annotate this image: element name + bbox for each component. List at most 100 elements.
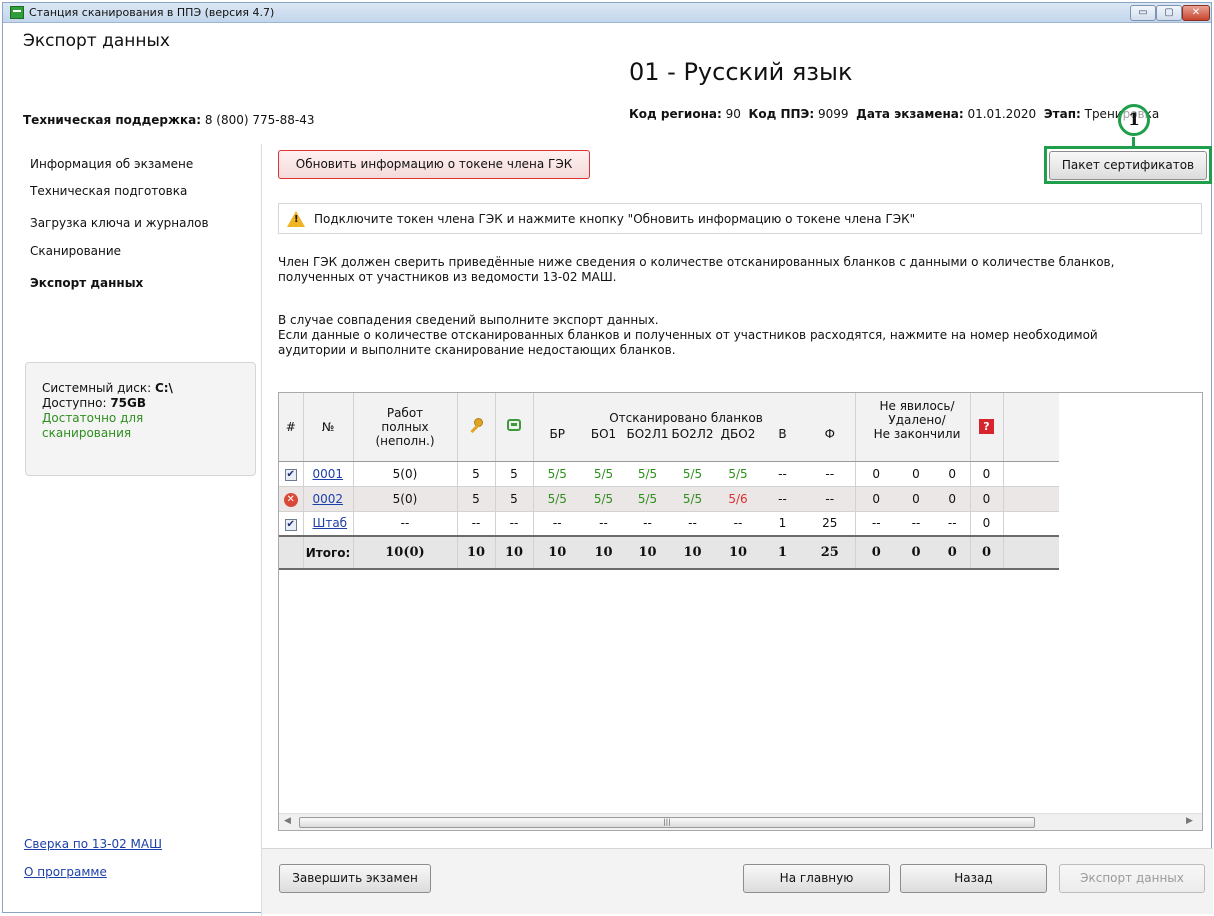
refresh-token-button[interactable]: Обновить информацию о токене члена ГЭК bbox=[278, 150, 590, 179]
row-dbo2: -- bbox=[716, 511, 760, 537]
audience-table: # № Работ полных (неполн.) БР БО1 Отскан… bbox=[279, 393, 1059, 570]
audience-link[interactable]: 0001 bbox=[313, 467, 344, 481]
row-scan: 5 bbox=[495, 486, 534, 512]
audience-link[interactable]: Штаб bbox=[313, 516, 348, 530]
col-absent-2: Не явилось/ Удалено/ Не закончили bbox=[874, 393, 960, 462]
title-bar: Станция сканирования в ППЭ (версия 4.7) … bbox=[3, 3, 1211, 23]
scroll-thumb[interactable]: ||| bbox=[299, 817, 1035, 828]
sidebar-item-tech-prep[interactable]: Техническая подготовка bbox=[30, 184, 187, 198]
sidebar-item-export[interactable]: Экспорт данных bbox=[30, 276, 143, 290]
col-works-line: Работ bbox=[386, 405, 424, 420]
total-f: 25 bbox=[805, 535, 856, 570]
row-number: 0002 bbox=[303, 486, 354, 512]
row-last: 0 bbox=[970, 461, 1004, 487]
row-key: 5 bbox=[457, 461, 496, 487]
free-value: 75GB bbox=[110, 396, 147, 410]
instruction-line: полученных от участников из ведомости 13… bbox=[278, 270, 617, 284]
col-hash: # bbox=[279, 393, 304, 462]
page-title: Экспорт данных bbox=[23, 31, 170, 51]
app-icon bbox=[10, 6, 24, 19]
sidebar-divider bbox=[261, 144, 262, 916]
scroll-left-icon[interactable]: ◀ bbox=[284, 816, 291, 826]
total-bo2l1: 10 bbox=[626, 535, 669, 570]
row-last: 0 bbox=[970, 486, 1004, 512]
col-bo2l2-label: БО2Л2 bbox=[671, 426, 714, 441]
reconcile-link[interactable]: Сверка по 13-02 МАШ bbox=[24, 837, 162, 851]
about-link[interactable]: О программе bbox=[24, 865, 107, 879]
support-phone: 8 (800) 775-88-43 bbox=[204, 113, 315, 127]
minimize-button[interactable]: ▭ bbox=[1130, 5, 1156, 21]
region-value: 90 bbox=[725, 107, 741, 121]
close-button[interactable]: ✕ bbox=[1182, 5, 1210, 21]
row-bo1: 5/5 bbox=[581, 461, 626, 487]
ppe-label: Код ППЭ: bbox=[748, 107, 815, 121]
row-absent-2: 0 bbox=[897, 486, 935, 512]
col-br-label: БР bbox=[549, 426, 565, 441]
col-works-line: полных bbox=[381, 419, 429, 434]
total-v: 1 bbox=[760, 535, 805, 570]
key-icon bbox=[469, 418, 483, 432]
scroll-right-icon[interactable]: ▶ bbox=[1186, 816, 1193, 826]
col-works: Работ полных (неполн.) bbox=[353, 393, 458, 462]
checkbox-checked-icon[interactable]: ✔ bbox=[284, 469, 297, 481]
help-icon[interactable]: ? bbox=[979, 419, 994, 435]
instruction-line: аудитории и выполните сканирование недос… bbox=[278, 343, 676, 357]
row-br: 5/5 bbox=[533, 486, 581, 512]
marker-stem bbox=[1132, 137, 1135, 147]
col-dbo2-label: ДБО2 bbox=[720, 426, 756, 441]
error-icon: ✕ bbox=[283, 492, 298, 507]
warning-banner: Подключите токен члена ГЭК и нажмите кно… bbox=[278, 203, 1202, 234]
col-bo2l2: БО2Л2 bbox=[669, 393, 716, 462]
sidebar-item-scanning[interactable]: Сканирование bbox=[30, 244, 121, 258]
row-status[interactable]: ✔ bbox=[279, 511, 304, 537]
step-marker: 1 bbox=[1118, 104, 1150, 136]
total-absent-1: 0 bbox=[855, 535, 897, 570]
scanner-icon bbox=[507, 419, 521, 432]
row-absent-1: -- bbox=[855, 511, 897, 537]
row-status[interactable]: ✔ bbox=[279, 461, 304, 487]
free-line: Доступно: 75GB bbox=[42, 396, 239, 411]
col-bo2l1-label: БО2Л1 bbox=[626, 426, 669, 441]
back-button[interactable]: Назад bbox=[900, 864, 1047, 893]
horizontal-scrollbar[interactable]: ◀ ||| ▶ bbox=[279, 813, 1202, 830]
col-key bbox=[457, 393, 496, 462]
support-info: Техническая поддержка: 8 (800) 775-88-43 bbox=[23, 113, 314, 127]
table-row: ✔ 0001 5(0) 5 5 5/5 5/5 5/5 5/5 5/5 -- -… bbox=[279, 461, 1059, 487]
finish-exam-button[interactable]: Завершить экзамен bbox=[279, 864, 431, 893]
row-number: 0001 bbox=[303, 461, 354, 487]
instruction-paragraph-1: Член ГЭК должен сверить приведённые ниже… bbox=[278, 255, 1208, 285]
disk-status-line2: сканирования bbox=[42, 426, 132, 440]
total-br: 10 bbox=[533, 535, 581, 570]
row-dbo2: 5/6 bbox=[716, 486, 760, 512]
row-works: 5(0) bbox=[353, 461, 458, 487]
col-v: В bbox=[760, 393, 805, 462]
total-row: Итого: 10(0) 10 10 10 10 10 10 10 1 25 0… bbox=[279, 535, 1059, 570]
row-dbo2: 5/5 bbox=[716, 461, 760, 487]
checkbox-checked-icon[interactable]: ✔ bbox=[284, 518, 297, 531]
total-absent-3: 0 bbox=[935, 535, 971, 570]
row-br: -- bbox=[533, 511, 581, 537]
row-scan: -- bbox=[495, 511, 534, 537]
row-last: 0 bbox=[970, 511, 1004, 537]
date-label: Дата экзамена: bbox=[856, 107, 964, 121]
row-bo2l2: -- bbox=[669, 511, 716, 537]
audience-link[interactable]: 0002 bbox=[313, 492, 344, 506]
disk-line: Системный диск: C:\ bbox=[42, 381, 239, 396]
exam-meta: Код региона: 90 Код ППЭ: 9099 Дата экзам… bbox=[629, 107, 1159, 121]
col-scanner bbox=[495, 393, 534, 462]
total-absent-2: 0 bbox=[897, 535, 935, 570]
row-bo2l1: 5/5 bbox=[626, 486, 669, 512]
sidebar-item-load-key[interactable]: Загрузка ключа и журналов bbox=[30, 216, 209, 230]
row-bo1: -- bbox=[581, 511, 626, 537]
export-data-button[interactable]: Экспорт данных bbox=[1059, 864, 1205, 893]
instruction-paragraph-2: В случае совпадения сведений выполните э… bbox=[278, 313, 1208, 358]
row-bo2l2: 5/5 bbox=[669, 486, 716, 512]
highlight-frame bbox=[1044, 146, 1212, 184]
sidebar-item-exam-info[interactable]: Информация об экзамене bbox=[30, 157, 193, 171]
maximize-button[interactable]: ▢ bbox=[1156, 5, 1182, 21]
home-button[interactable]: На главную bbox=[743, 864, 890, 893]
col-bo2l1: Отсканировано бланков БО2Л1 bbox=[609, 393, 763, 462]
row-status: ✕ bbox=[279, 486, 304, 512]
disk-info-panel: Системный диск: C:\ Доступно: 75GB Доста… bbox=[25, 362, 256, 476]
exam-title: 01 - Русский язык bbox=[629, 58, 853, 86]
